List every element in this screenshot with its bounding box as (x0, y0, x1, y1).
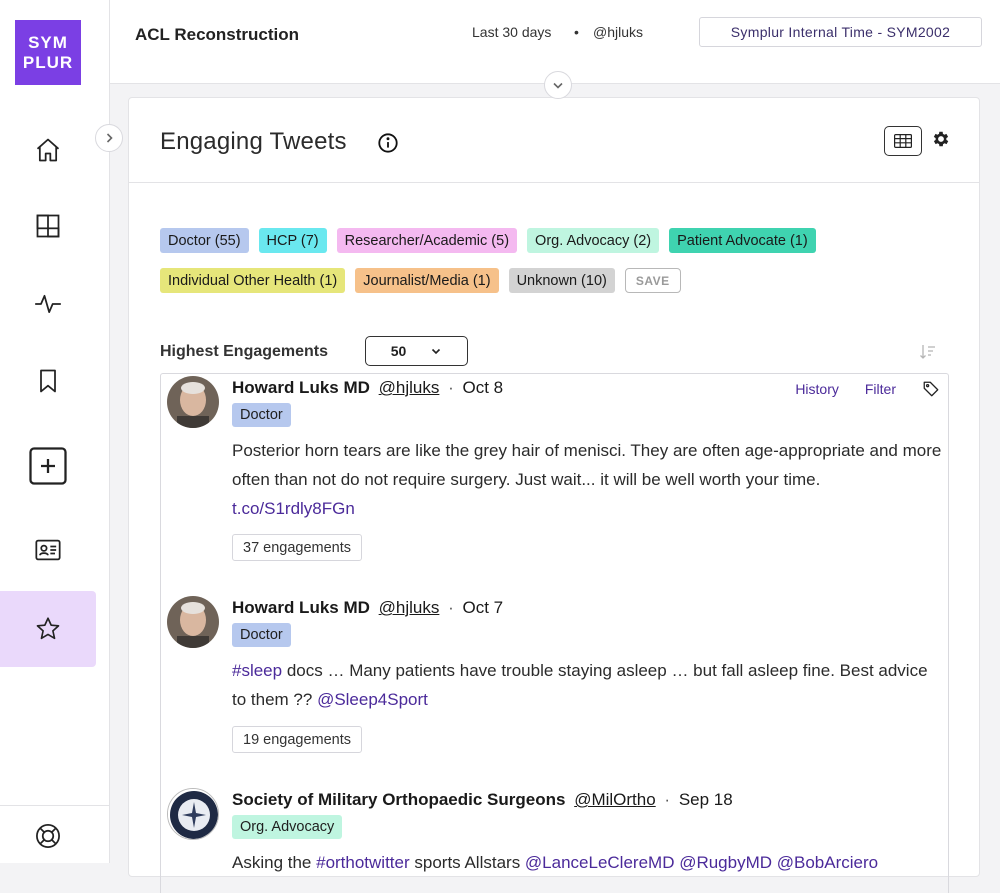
tweet-engagement-count: 37 engagements (232, 534, 363, 561)
sidebar-item-bookmarks[interactable] (0, 343, 96, 419)
date-range[interactable]: Last 30 days (472, 24, 551, 40)
tweet-actions: History Filter (795, 380, 940, 398)
tag-journalist-media[interactable]: Journalist/Media (1) (355, 268, 499, 293)
tweet-item: Howard Luks MD @hjluks · Oct 8 History F… (161, 374, 948, 589)
sidebar-item-home[interactable] (0, 112, 96, 188)
sidebar-item-dashboard[interactable] (0, 188, 96, 264)
sidebar-item-profiles[interactable] (0, 512, 96, 588)
tweet-author-name[interactable]: Howard Luks MD (232, 378, 370, 397)
tweet-item: Society of Military Orthopaedic Surgeons… (161, 786, 948, 893)
tweet-header: Society of Military Orthopaedic Surgeons… (232, 790, 733, 810)
tag-individual-other-health[interactable]: Individual Other Health (1) (160, 268, 346, 293)
tag-row-1: Doctor (55) HCP (7) Researcher/Academic … (160, 228, 960, 253)
gear-icon[interactable] (931, 129, 951, 149)
collapse-header-button[interactable] (544, 71, 572, 99)
engaging-tweets-card: Engaging Tweets Doctor (55) HCP (7) Rese… (128, 97, 980, 893)
tweet-engagement-count: 19 engagements (232, 726, 363, 753)
layout-icon (36, 214, 60, 238)
tweet-item: Howard Luks MD @hjluks · Oct 7 Doctor #s… (161, 594, 948, 784)
tweet-date[interactable]: Oct 8 (463, 378, 504, 397)
home-icon (36, 138, 60, 162)
pulse-icon (35, 294, 61, 314)
tweet-author-handle[interactable]: @hjluks (379, 378, 440, 397)
plus-square-icon (29, 447, 67, 485)
tweet-author-name[interactable]: Society of Military Orthopaedic Surgeons (232, 790, 565, 809)
tweet-list: Howard Luks MD @hjluks · Oct 8 History F… (160, 373, 949, 893)
tweet-mention[interactable]: @Sleep4Sport (317, 690, 428, 709)
history-link[interactable]: History (795, 381, 839, 397)
tag-row-2: Individual Other Health (1) Journalist/M… (160, 268, 960, 293)
tweet-hashtag[interactable]: #sleep (232, 661, 282, 680)
table-view-button[interactable] (884, 126, 922, 156)
tweet-author-name[interactable]: Howard Luks MD (232, 598, 370, 617)
avatar[interactable] (167, 596, 219, 648)
timezone-select[interactable]: Symplur Internal Time - SYM2002 (699, 17, 982, 47)
tweet-separator: · (448, 598, 454, 617)
tag-researcher-academic[interactable]: Researcher/Academic (5) (336, 228, 518, 253)
tweet-category-badge: Doctor (232, 403, 291, 427)
tag-doctor[interactable]: Doctor (55) (160, 228, 249, 253)
chevron-down-icon (432, 348, 441, 355)
topic-title: ACL Reconstruction (135, 25, 300, 44)
star-icon (36, 617, 60, 640)
tag-unknown[interactable]: Unknown (10) (508, 268, 615, 293)
lifebuoy-icon (36, 824, 60, 848)
tweet-separator: · (448, 378, 454, 397)
tag-icon[interactable] (922, 380, 940, 398)
logo-line-2: PLUR (22, 53, 74, 72)
header-separator: • (574, 24, 579, 40)
filter-link[interactable]: Filter (865, 381, 896, 397)
tag-org-advocacy[interactable]: Org. Advocacy (2) (527, 228, 660, 253)
tweet-author-handle[interactable]: @MilOrtho (574, 790, 656, 809)
tweet-header: Howard Luks MD @hjluks · Oct 8 (232, 378, 503, 398)
sort-icon[interactable] (919, 343, 937, 361)
tweet-text-body: Posterior horn tears are like the grey h… (232, 441, 942, 489)
tweet-header: Howard Luks MD @hjluks · Oct 7 (232, 598, 503, 618)
tag-hcp[interactable]: HCP (7) (258, 228, 327, 253)
chevron-right-icon (106, 133, 113, 143)
save-tags-button[interactable]: SAVE (624, 268, 681, 293)
result-count-select[interactable]: 50 (365, 336, 468, 366)
tweet-text: Posterior horn tears are like the grey h… (232, 436, 942, 523)
header-handle[interactable]: @hjluks (593, 24, 643, 40)
sidebar-item-add[interactable] (0, 428, 96, 504)
card-header: Engaging Tweets (129, 98, 979, 183)
result-count-value: 50 (390, 343, 407, 359)
chevron-down-icon (553, 82, 563, 89)
expand-sidebar-button[interactable] (95, 124, 123, 152)
tweet-text: #sleep docs … Many patients have trouble… (232, 656, 942, 714)
tweet-link[interactable]: t.co/S1rdly8FGn (232, 499, 355, 518)
tweet-category-badge: Org. Advocacy (232, 815, 343, 839)
tweet-date[interactable]: Sep 18 (679, 790, 733, 809)
symplur-logo[interactable]: SYM PLUR (15, 20, 81, 85)
sidebar: SYM PLUR (0, 0, 110, 863)
category-filter-tags: Doctor (55) HCP (7) Researcher/Academic … (160, 228, 960, 308)
id-card-icon (35, 539, 61, 561)
info-icon[interactable] (377, 132, 399, 154)
avatar[interactable] (167, 788, 219, 840)
sidebar-item-activity[interactable] (0, 266, 96, 342)
sidebar-item-favorites[interactable] (0, 591, 96, 667)
tweet-separator: · (664, 790, 671, 809)
engagement-sort-label: Highest Engagements (160, 343, 329, 360)
bookmark-icon (40, 369, 56, 393)
tweet-author-handle[interactable]: @hjluks (379, 598, 440, 617)
tweet-date[interactable]: Oct 7 (463, 598, 504, 617)
avatar[interactable] (167, 376, 219, 428)
card-title: Engaging Tweets (160, 128, 347, 155)
tweet-category-badge: Doctor (232, 623, 291, 647)
logo-line-1: SYM (28, 33, 68, 52)
table-icon (894, 134, 912, 148)
tag-patient-advocate[interactable]: Patient Advocate (1) (669, 228, 816, 253)
